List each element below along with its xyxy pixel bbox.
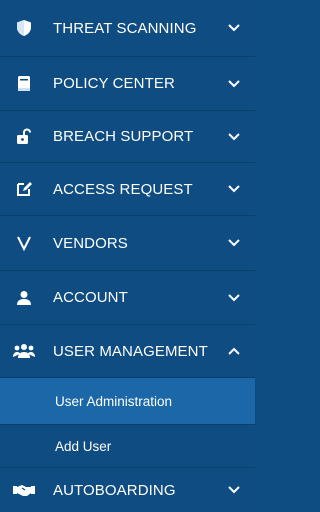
- menu-item-label: THREAT SCANNING: [53, 19, 197, 37]
- chevron-down-icon[interactable]: [227, 21, 241, 35]
- handshake-icon: [12, 478, 36, 502]
- menu-item-account[interactable]: ACCOUNT: [0, 271, 255, 325]
- menu-item-label: USER MANAGEMENT: [53, 342, 208, 360]
- submenu-item-add-user[interactable]: Add User: [0, 425, 255, 468]
- menu-item-threat-scanning[interactable]: THREAT SCANNING: [0, 0, 255, 57]
- menu-item-label: POLICY CENTER: [53, 75, 175, 92]
- submenu-item-label: Add User: [55, 438, 112, 454]
- submenu-item-label: User Administration: [55, 393, 173, 409]
- v-icon: [12, 231, 36, 255]
- unlock-icon: [12, 125, 36, 149]
- chevron-down-icon[interactable]: [227, 236, 241, 250]
- sidebar-menu: THREAT SCANNING POLICY CENTER BREACH SUP…: [0, 0, 255, 512]
- chevron-down-icon[interactable]: [227, 291, 241, 305]
- menu-item-access-request[interactable]: ACCESS REQUEST: [0, 163, 255, 216]
- shield-icon: [12, 16, 36, 40]
- users-icon: [12, 339, 36, 363]
- menu-item-vendors[interactable]: VENDORS: [0, 216, 255, 271]
- chevron-down-icon[interactable]: [227, 182, 241, 196]
- submenu-item-user-administration[interactable]: User Administration: [0, 378, 255, 425]
- menu-item-autoboarding[interactable]: AUTOBOARDING: [0, 468, 255, 512]
- menu-item-label: ACCOUNT: [53, 289, 128, 306]
- menu-item-user-management[interactable]: USER MANAGEMENT: [0, 325, 255, 378]
- book-icon: [12, 72, 36, 96]
- menu-item-label: AUTOBOARDING: [53, 481, 176, 499]
- chevron-up-icon[interactable]: [227, 344, 241, 358]
- menu-item-breach-support[interactable]: BREACH SUPPORT: [0, 111, 255, 163]
- user-icon: [12, 286, 36, 310]
- menu-item-label: BREACH SUPPORT: [53, 128, 194, 145]
- chevron-down-icon[interactable]: [227, 77, 241, 91]
- menu-item-label: ACCESS REQUEST: [53, 180, 193, 198]
- menu-item-label: VENDORS: [53, 234, 128, 252]
- chevron-down-icon[interactable]: [227, 483, 241, 497]
- menu-item-policy-center[interactable]: POLICY CENTER: [0, 57, 255, 111]
- edit-icon: [12, 177, 36, 201]
- chevron-down-icon[interactable]: [227, 130, 241, 144]
